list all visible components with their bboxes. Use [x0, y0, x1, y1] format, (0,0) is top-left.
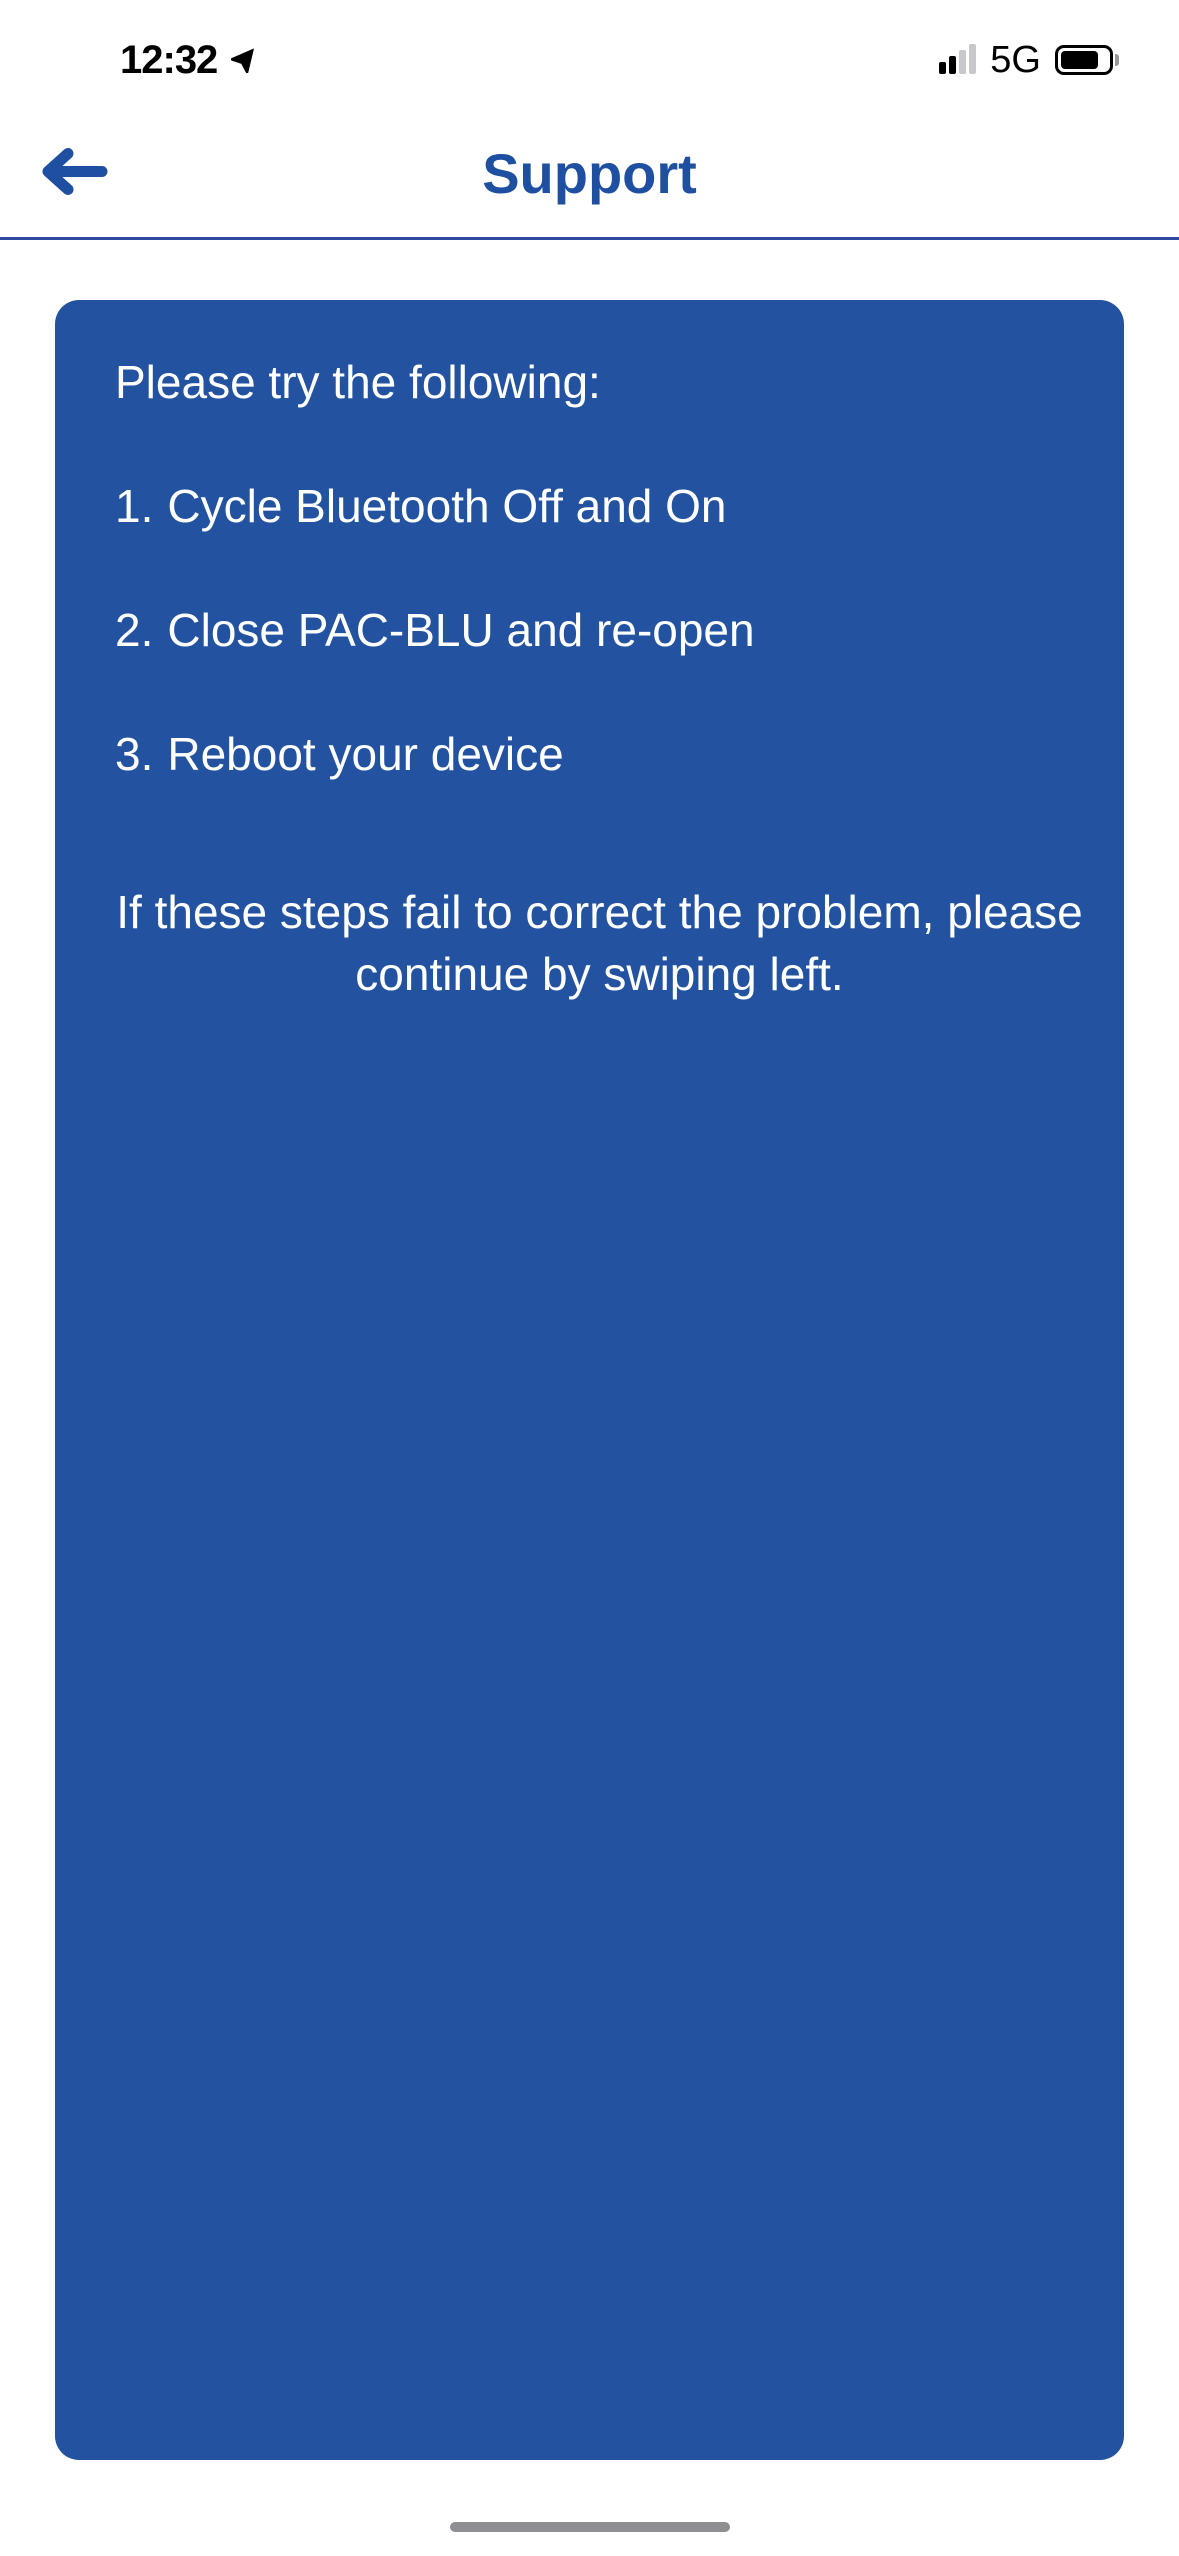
step-text: Reboot your device: [167, 727, 563, 781]
home-indicator[interactable]: [450, 2522, 730, 2532]
status-left: 12:32: [120, 38, 261, 83]
page-title: Support: [482, 141, 697, 206]
content-area: Please try the following: 1. Cycle Bluet…: [0, 240, 1179, 2500]
step-number: 3.: [115, 727, 153, 781]
arrow-left-icon: [40, 141, 110, 201]
step-number: 1.: [115, 479, 153, 533]
footer-instruction: If these steps fail to correct the probl…: [115, 881, 1084, 1005]
step-text: Close PAC-BLU and re-open: [167, 603, 754, 657]
step-number: 2.: [115, 603, 153, 657]
status-right: 5G: [939, 39, 1119, 82]
location-icon: [231, 43, 261, 78]
step-item: 3. Reboot your device: [115, 727, 1084, 781]
status-bar: 12:32 5G: [0, 0, 1179, 110]
app-header: Support: [0, 110, 1179, 240]
intro-text: Please try the following:: [115, 355, 1084, 409]
signal-strength-icon: [939, 46, 976, 74]
network-type: 5G: [990, 39, 1041, 82]
back-button[interactable]: [40, 141, 110, 206]
step-text: Cycle Bluetooth Off and On: [167, 479, 726, 533]
support-card[interactable]: Please try the following: 1. Cycle Bluet…: [55, 300, 1124, 2460]
step-item: 1. Cycle Bluetooth Off and On: [115, 479, 1084, 533]
status-time: 12:32: [120, 38, 217, 83]
step-item: 2. Close PAC-BLU and re-open: [115, 603, 1084, 657]
battery-icon: [1055, 45, 1119, 75]
